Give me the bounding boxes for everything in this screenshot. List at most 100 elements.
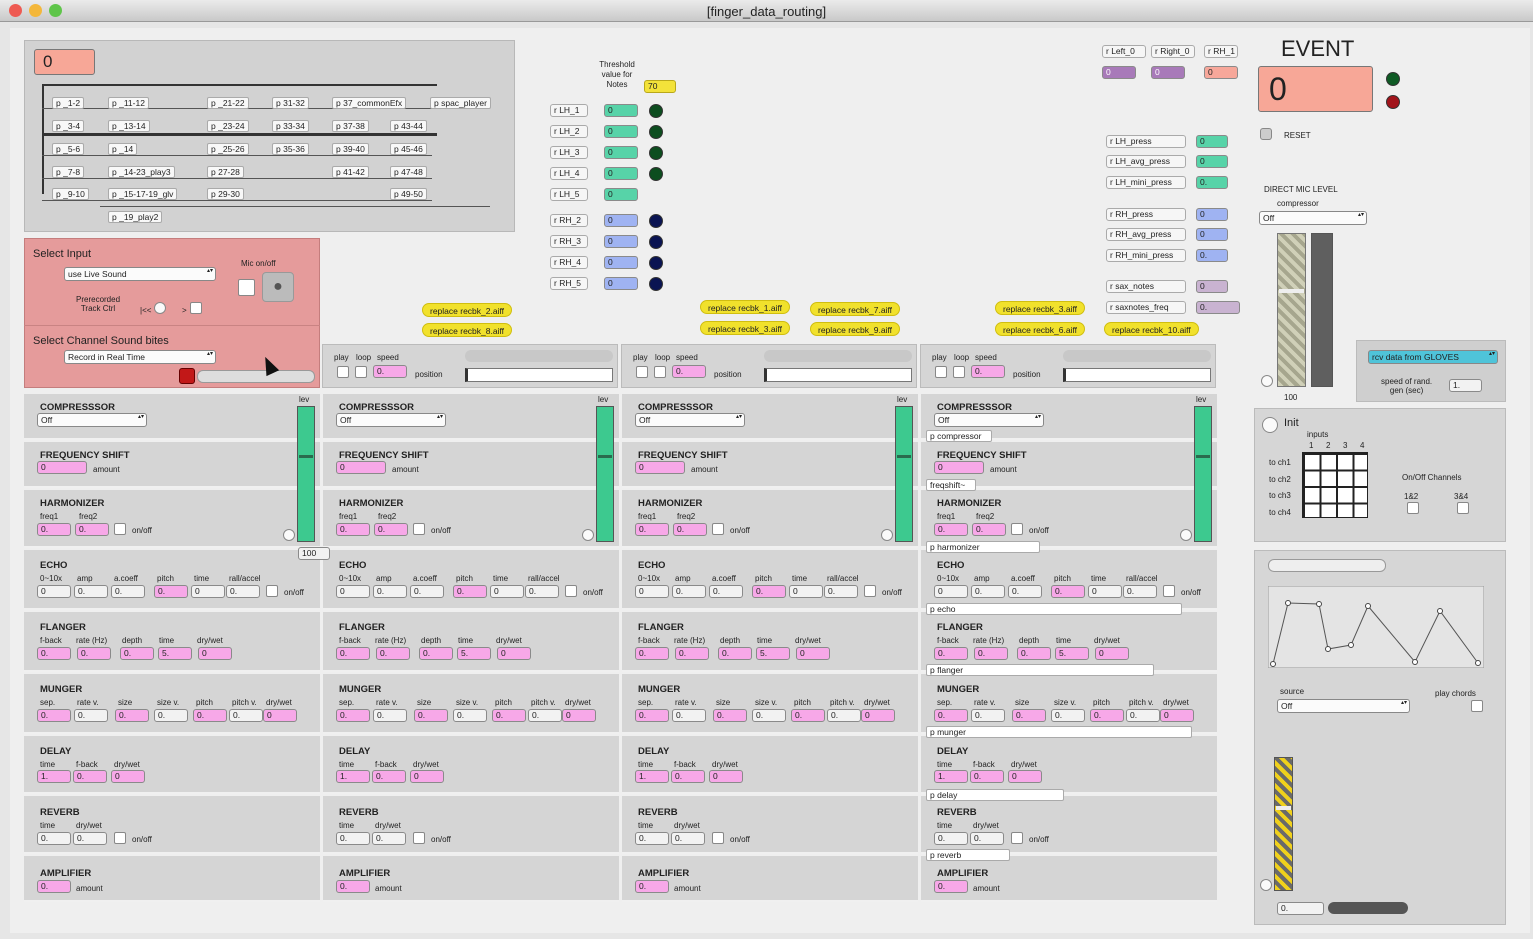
munger-param-number[interactable]: 0. (115, 709, 149, 722)
reverb-toggle[interactable] (712, 832, 724, 844)
patch-object[interactable]: p _7-8 (52, 166, 85, 178)
munger-param-number[interactable]: 0. (336, 709, 370, 722)
echo-param-number[interactable]: 0. (111, 585, 145, 598)
level-bang[interactable] (582, 529, 594, 541)
mic-level-handle[interactable] (1279, 289, 1304, 293)
receive-number[interactable]: 0 (604, 214, 638, 227)
flanger-param-number[interactable]: 0. (1017, 647, 1051, 660)
patch-object[interactable]: p _13-14 (108, 120, 150, 132)
receive-number[interactable]: 0. (1196, 176, 1228, 189)
receive-object[interactable]: r LH_avg_press (1106, 155, 1186, 168)
delay-param-number[interactable]: 1. (336, 770, 370, 783)
ch34-toggle[interactable] (1457, 502, 1469, 514)
level-slider[interactable] (1194, 406, 1212, 542)
reverb-param-number[interactable]: 0. (37, 832, 71, 845)
patch-object[interactable]: p 27-28 (207, 166, 244, 178)
echo-param-number[interactable]: 0. (709, 585, 743, 598)
receive-object[interactable]: r RH_1 (1204, 45, 1238, 58)
replace-message[interactable]: replace recbk_7.aiff (810, 302, 901, 316)
reverb-param-number[interactable]: 0. (73, 832, 107, 845)
flanger-param-number[interactable]: 0. (718, 647, 752, 660)
mic-toggle[interactable] (238, 279, 255, 296)
echo-toggle[interactable] (565, 585, 577, 597)
flanger-param-number[interactable]: 0. (77, 647, 111, 660)
flanger-param-number[interactable]: 5. (457, 647, 491, 660)
munger-param-number[interactable]: 0. (37, 709, 71, 722)
speed-number[interactable]: 0. (373, 365, 407, 378)
amplifier-number[interactable]: 0. (336, 880, 370, 893)
receive-object[interactable]: r Left_0 (1102, 45, 1146, 58)
flanger-param-number[interactable]: 0. (376, 647, 410, 660)
echo-param-number[interactable]: 0. (672, 585, 706, 598)
receive-object[interactable]: r LH_5 (550, 188, 588, 201)
patch-object[interactable]: p _21-22 (207, 97, 249, 109)
main-number-box[interactable]: 0 (34, 49, 95, 75)
channel4-patch[interactable]: p compressor (926, 430, 992, 442)
flanger-param-number[interactable]: 5. (756, 647, 790, 660)
flanger-param-number[interactable]: 0 (198, 647, 232, 660)
flanger-param-number[interactable]: 0 (1095, 647, 1129, 660)
flanger-param-number[interactable]: 0. (635, 647, 669, 660)
patch-object[interactable]: p 45-46 (390, 143, 427, 155)
channel4-patch[interactable]: p flanger (926, 664, 1154, 676)
replace-message[interactable]: replace recbk_8.aiff (422, 323, 513, 337)
reverb-param-number[interactable]: 0. (336, 832, 370, 845)
echo-param-number[interactable]: 0. (74, 585, 108, 598)
play-toggle[interactable] (190, 302, 202, 314)
record-slider[interactable] (197, 370, 315, 383)
replace-message[interactable]: replace recbk_6.aiff (995, 322, 1086, 336)
replace-message[interactable]: replace recbk_2.aiff (422, 303, 513, 317)
patch-object[interactable]: p _11-12 (108, 97, 149, 109)
munger-param-number[interactable]: 0. (154, 709, 188, 722)
echo-param-number[interactable]: 0. (373, 585, 407, 598)
freq2-number[interactable]: 0. (75, 523, 109, 536)
lev-number[interactable]: 100 (298, 547, 330, 560)
munger-param-number[interactable]: 0 (263, 709, 297, 722)
harmonizer-toggle[interactable] (413, 523, 425, 535)
rewind-button[interactable] (154, 302, 166, 314)
channel4-patch[interactable]: p reverb (926, 849, 1010, 861)
channel4-patch[interactable]: p harmonizer (926, 541, 1040, 553)
receive-number[interactable]: 0 (1151, 66, 1185, 79)
echo-param-number[interactable]: 0 (635, 585, 669, 598)
munger-param-number[interactable]: 0. (713, 709, 747, 722)
echo-toggle[interactable] (864, 585, 876, 597)
patch-object[interactable]: p 33-34 (272, 120, 309, 132)
output-slider-handle[interactable] (1276, 806, 1291, 810)
munger-param-number[interactable]: 0. (74, 709, 108, 722)
flanger-param-number[interactable]: 5. (158, 647, 192, 660)
echo-param-number[interactable]: 0 (490, 585, 524, 598)
patch-object[interactable]: p 31-32 (272, 97, 309, 109)
receive-object[interactable]: r RH_mini_press (1106, 249, 1186, 262)
play-toggle[interactable] (935, 366, 947, 378)
receive-object[interactable]: r RH_4 (550, 256, 588, 269)
receive-object[interactable]: r RH_3 (550, 235, 588, 248)
level-bang[interactable] (283, 529, 295, 541)
freq1-number[interactable]: 0. (37, 523, 71, 536)
freq1-number[interactable]: 0. (336, 523, 370, 536)
echo-param-number[interactable]: 0. (1123, 585, 1157, 598)
patch-object[interactable]: p _25-26 (207, 143, 249, 155)
flanger-param-number[interactable]: 0. (974, 647, 1008, 660)
receive-object[interactable]: r RH_press (1106, 208, 1186, 221)
munger-param-number[interactable]: 0. (971, 709, 1005, 722)
receive-number[interactable]: 0 (1196, 155, 1228, 168)
patch-object[interactable]: p 37-38 (332, 120, 369, 132)
receive-number[interactable]: 0 (1204, 66, 1238, 79)
munger-param-number[interactable]: 0. (1090, 709, 1124, 722)
reverb-param-number[interactable]: 0. (635, 832, 669, 845)
mic-bang[interactable] (1261, 375, 1273, 387)
output-bang[interactable] (1260, 879, 1272, 891)
delay-param-number[interactable]: 0 (1008, 770, 1042, 783)
harmonizer-toggle[interactable] (114, 523, 126, 535)
reverb-param-number[interactable]: 0. (671, 832, 705, 845)
receive-object[interactable]: r saxnotes_freq (1106, 301, 1186, 314)
reverb-param-number[interactable]: 0. (970, 832, 1004, 845)
patch-object[interactable]: p _9-10 (52, 188, 89, 200)
frequency-shift-number[interactable]: 0 (37, 461, 87, 474)
delay-param-number[interactable]: 0 (410, 770, 444, 783)
munger-param-number[interactable]: 0. (193, 709, 227, 722)
munger-param-number[interactable]: 0. (414, 709, 448, 722)
delay-param-number[interactable]: 0. (970, 770, 1004, 783)
echo-param-number[interactable]: 0 (789, 585, 823, 598)
